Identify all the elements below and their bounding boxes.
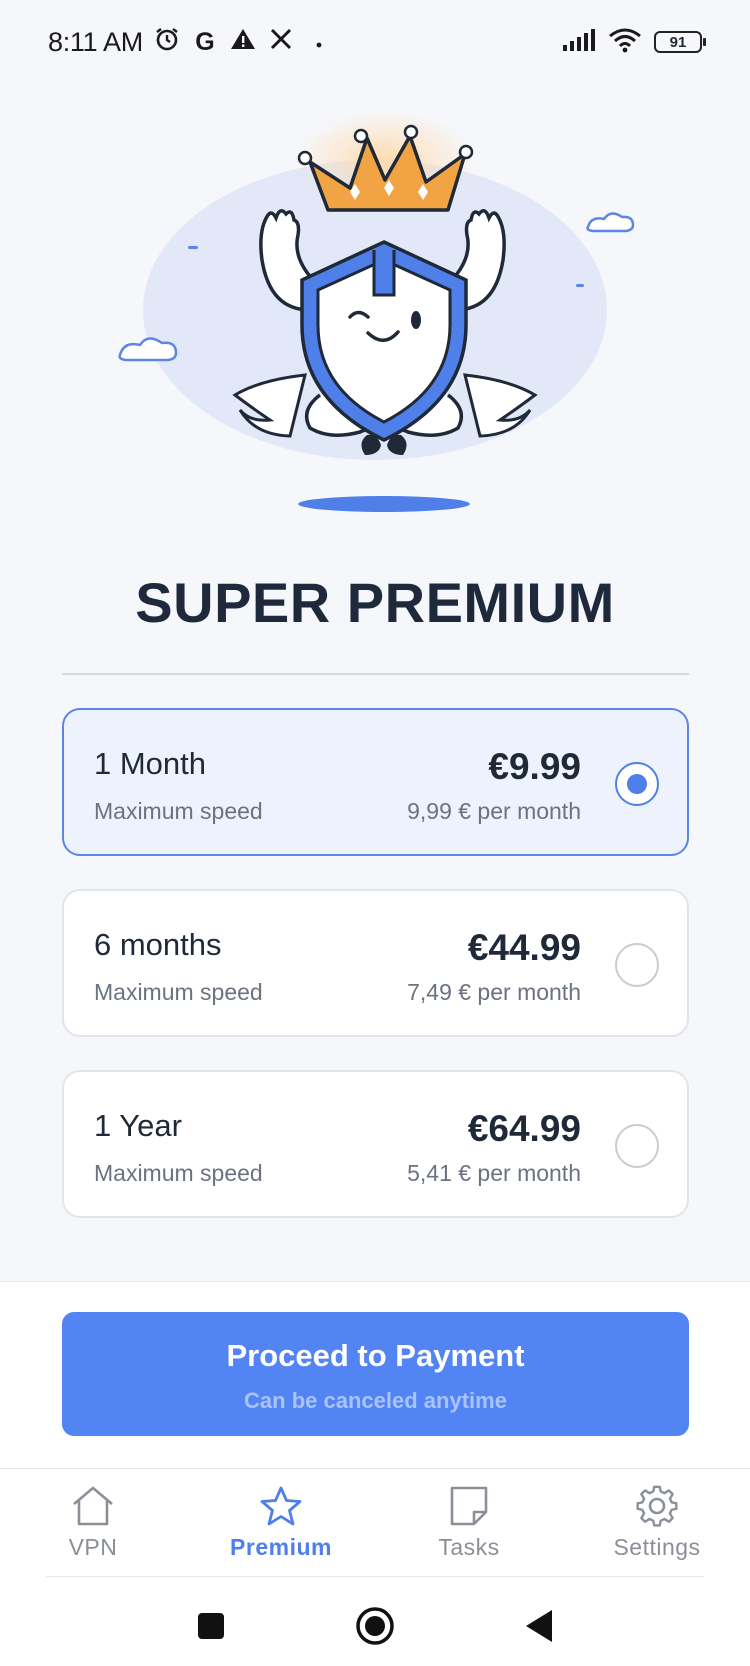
recents-button[interactable] xyxy=(189,1604,233,1648)
proceed-to-payment-button[interactable]: Proceed to Payment Can be canceled anyti… xyxy=(62,1312,689,1436)
wifi-icon xyxy=(608,27,642,58)
radio-dot xyxy=(627,774,647,794)
title-divider xyxy=(62,673,689,675)
google-icon: G xyxy=(195,27,215,56)
battery-icon: 91 xyxy=(654,31,706,53)
plan-price: €44.99 xyxy=(467,927,581,968)
nav-item-premium[interactable]: Premium xyxy=(206,1478,356,1578)
home-button[interactable] xyxy=(353,1604,397,1648)
nav-label: Premium xyxy=(230,1534,332,1560)
plan-card-1-month[interactable]: 1 Month Maximum speed €9.99 9,99 € per m… xyxy=(62,708,689,856)
plan-radio[interactable] xyxy=(615,1124,659,1168)
triangle-back-icon xyxy=(526,1610,552,1642)
mascot-illustration xyxy=(118,110,635,512)
square-icon xyxy=(198,1613,224,1639)
home-icon xyxy=(73,1486,113,1526)
plan-card-1-year[interactable]: 1 Year Maximum speed €64.99 5,41 € per m… xyxy=(62,1070,689,1218)
system-navigation-bar xyxy=(0,1584,750,1666)
circle-icon xyxy=(356,1607,394,1645)
cta-subtitle: Can be canceled anytime xyxy=(244,1388,507,1413)
dot-icon xyxy=(305,28,333,57)
status-bar: 8:11 AM G 91 xyxy=(0,0,750,84)
signal-icon xyxy=(562,28,596,57)
nav-separator xyxy=(0,1468,750,1469)
plan-description: Maximum speed xyxy=(94,979,263,1005)
plan-description: Maximum speed xyxy=(94,1160,263,1186)
plan-price: €9.99 xyxy=(488,746,581,787)
cta-title: Proceed to Payment xyxy=(226,1338,525,1373)
plan-per-month: 9,99 € per month xyxy=(407,798,581,824)
hero-illustration xyxy=(0,110,750,530)
star-icon xyxy=(260,1486,302,1526)
plan-name: 6 months xyxy=(94,927,222,962)
page-title: SUPER PREMIUM xyxy=(135,571,615,634)
nav-item-tasks[interactable]: Tasks xyxy=(394,1478,544,1578)
bottom-nav: VPN Premium Tasks Settings xyxy=(0,1478,750,1578)
nav-label: VPN xyxy=(68,1534,118,1560)
plan-description: Maximum speed xyxy=(94,798,263,824)
plan-name: 1 Year xyxy=(94,1108,182,1143)
note-icon xyxy=(450,1486,488,1526)
plan-radio[interactable] xyxy=(615,943,659,987)
plan-per-month: 5,41 € per month xyxy=(407,1160,581,1186)
plan-name: 1 Month xyxy=(94,746,207,781)
nav-bottom-divider xyxy=(46,1576,704,1577)
x-icon xyxy=(267,27,295,58)
status-right: 91 xyxy=(562,27,706,58)
nav-item-settings[interactable]: Settings xyxy=(582,1478,732,1578)
alarm-icon xyxy=(153,26,181,59)
premium-screen: 8:11 AM G 91 SUPER PREMIUM 1 Month Maxim… xyxy=(0,0,750,1666)
status-left: 8:11 AM G xyxy=(48,26,333,59)
back-button[interactable] xyxy=(518,1604,562,1648)
plan-price: €64.99 xyxy=(467,1108,581,1149)
plan-per-month: 7,49 € per month xyxy=(407,979,581,1005)
nav-label: Settings xyxy=(613,1534,701,1560)
gear-icon xyxy=(636,1485,678,1527)
nav-item-vpn[interactable]: VPN xyxy=(18,1478,168,1578)
status-time: 8:11 AM xyxy=(48,26,143,57)
warning-icon xyxy=(229,27,257,58)
nav-label: Tasks xyxy=(438,1534,500,1560)
plan-card-6-months[interactable]: 6 months Maximum speed €44.99 7,49 € per… xyxy=(62,889,689,1037)
plan-radio-selected[interactable] xyxy=(615,762,659,806)
